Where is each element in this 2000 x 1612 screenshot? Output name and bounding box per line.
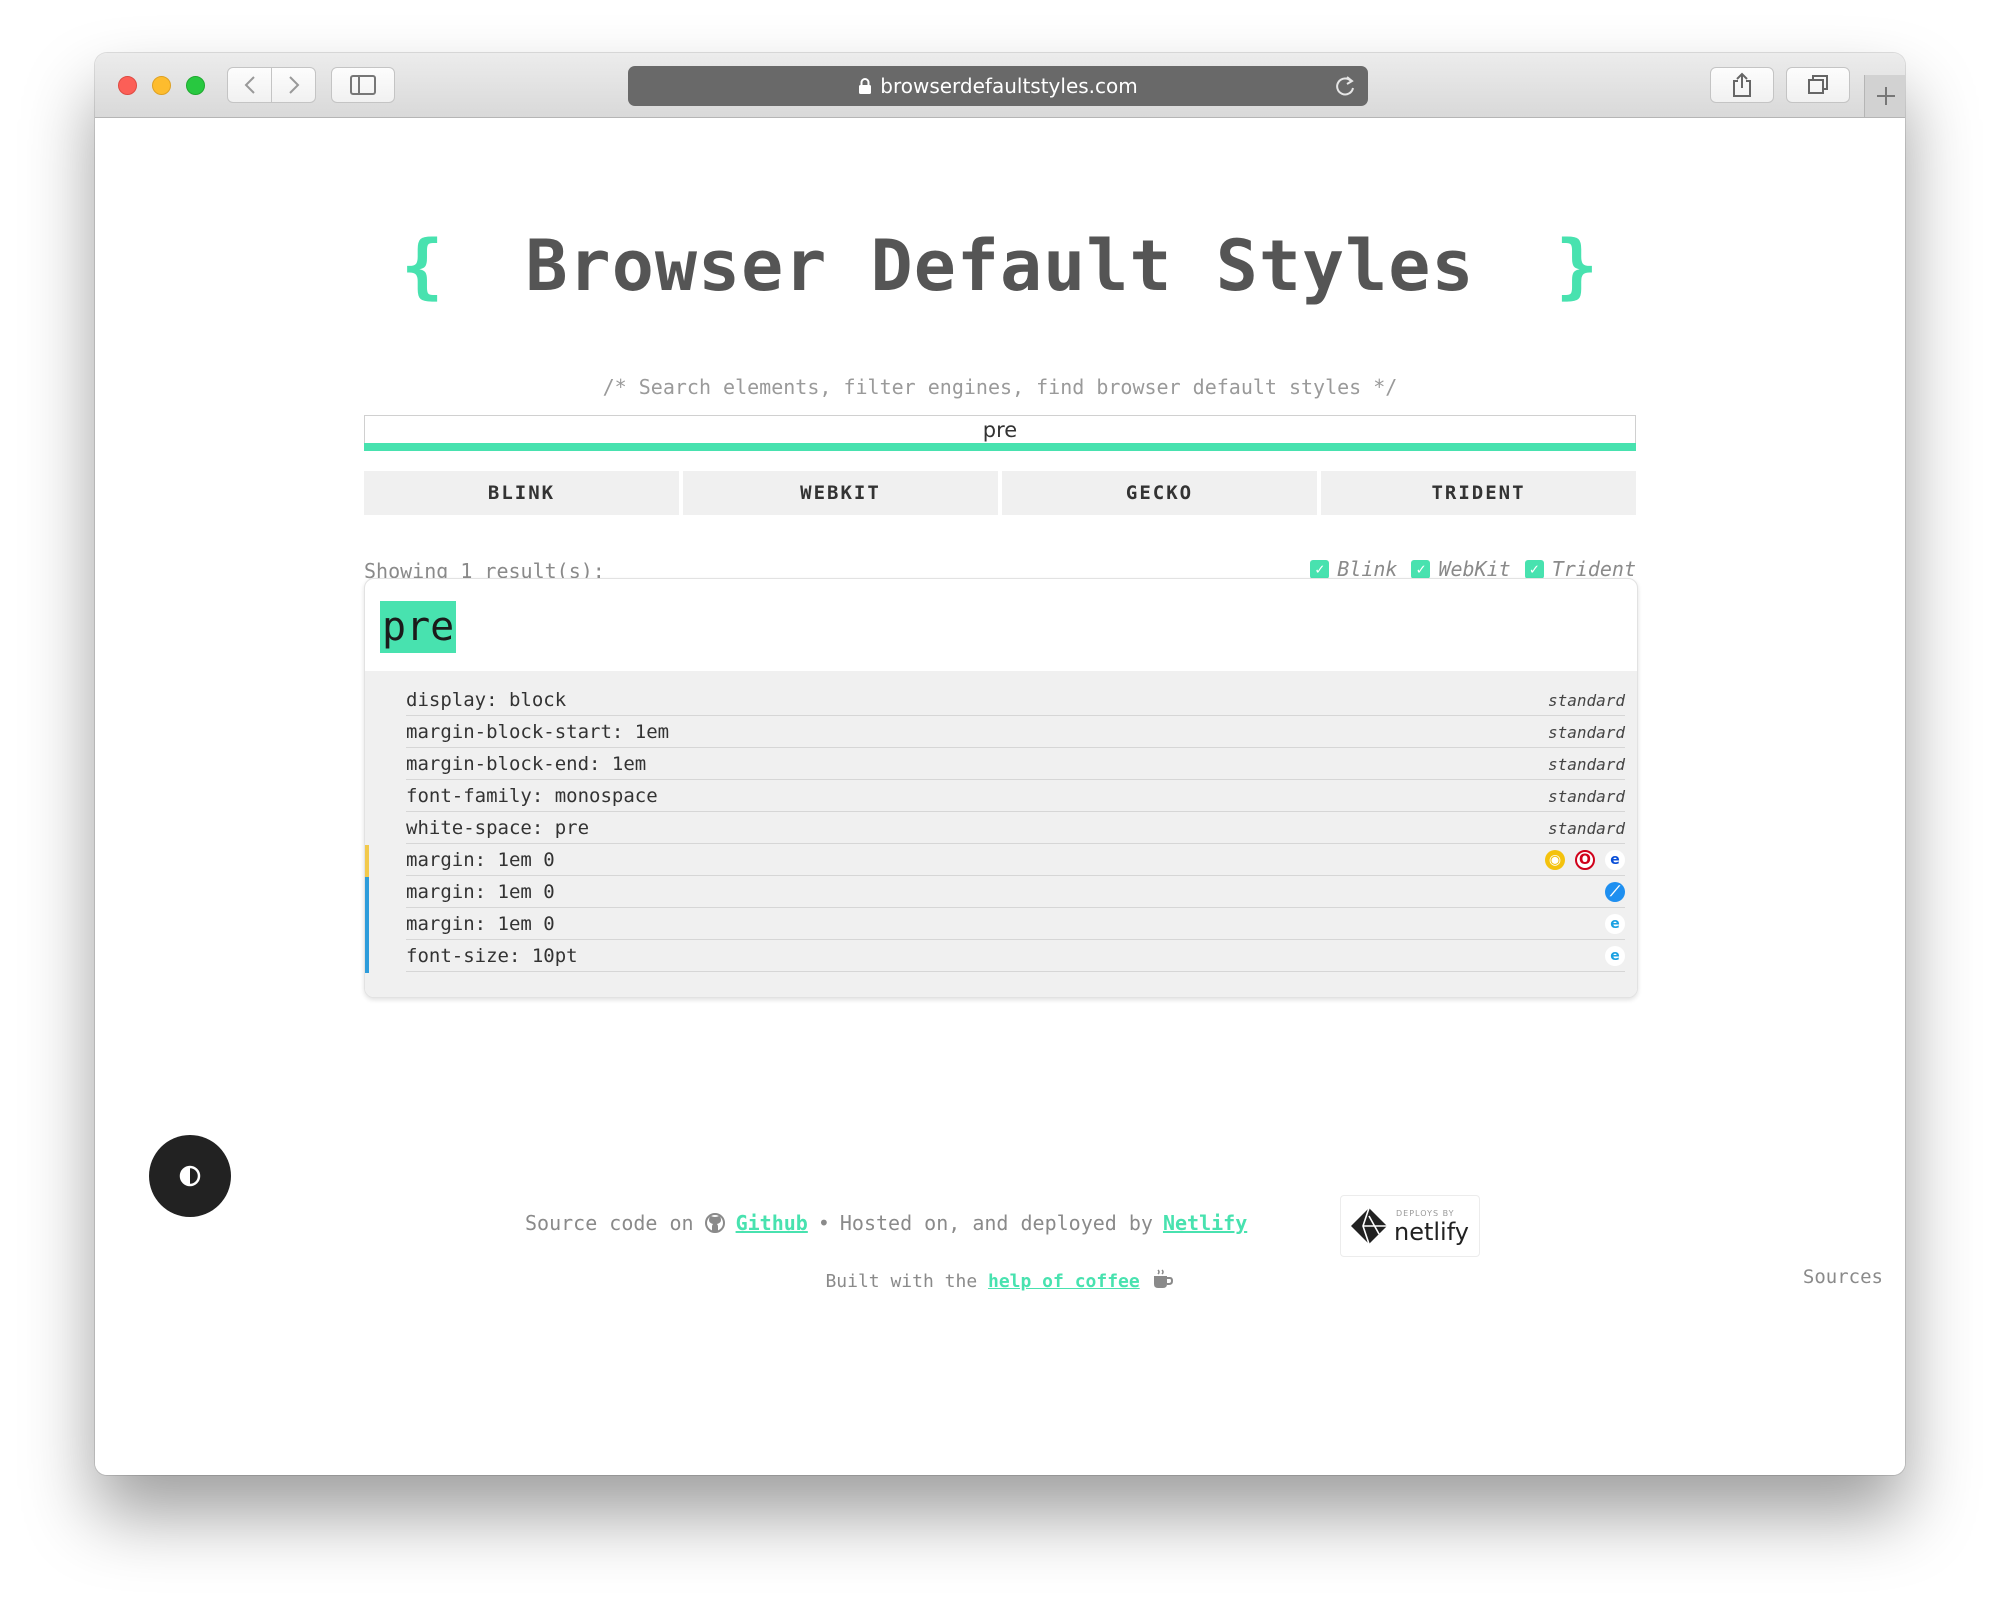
- hosted-text: Hosted on, and deployed by: [839, 1211, 1153, 1235]
- standard-tag: standard: [1547, 786, 1625, 806]
- title-text: Browser Default Styles: [525, 225, 1475, 307]
- search-input[interactable]: [364, 415, 1636, 443]
- safari-icon: ⟋: [1605, 882, 1625, 902]
- engine-stripe: [365, 941, 369, 973]
- tabs-icon: [1808, 75, 1828, 94]
- close-window-button[interactable]: [118, 76, 137, 95]
- property-text: display: block: [406, 689, 567, 711]
- share-button[interactable]: [1710, 67, 1774, 103]
- plus-icon: [1876, 87, 1895, 105]
- engine-stripe: [365, 909, 369, 941]
- footer-line-2: Built with the help of coffee: [95, 1268, 1905, 1292]
- footer-line-1: Source code on Github • Hosted on, and d…: [95, 1195, 1905, 1257]
- tabs-overview-button[interactable]: [1786, 67, 1850, 103]
- ie-icon: e: [1605, 914, 1625, 934]
- netlify-logo-icon: [1351, 1207, 1387, 1245]
- source-prefix: Source code on: [525, 1211, 694, 1235]
- url-text: browserdefaultstyles.com: [880, 74, 1138, 98]
- property-row: margin-block-end: 1em standard: [406, 749, 1625, 780]
- contrast-icon: [179, 1165, 201, 1187]
- property-text: margin-block-start: 1em: [406, 721, 670, 743]
- github-icon: [704, 1213, 725, 1233]
- sources-link[interactable]: Sources: [1803, 1266, 1883, 1288]
- engine-tab-webkit[interactable]: WEBKIT: [683, 471, 998, 515]
- browser-icons: ⟋: [1605, 882, 1625, 902]
- coffee-link[interactable]: help of coffee: [988, 1271, 1140, 1292]
- lock-icon: [859, 78, 872, 94]
- page-subtitle: /* Search elements, filter engines, find…: [602, 375, 1398, 399]
- engine-tab-gecko[interactable]: GECKO: [1002, 471, 1317, 515]
- checkbox-checked-icon[interactable]: ✓: [1310, 559, 1330, 579]
- standard-tag: standard: [1547, 754, 1625, 774]
- property-row: margin: 1em 0 ◉ Oe: [406, 845, 1625, 876]
- result-card: pre display: block standard margin-block-s…: [364, 578, 1638, 998]
- address-bar[interactable]: browserdefaultstyles.com: [628, 66, 1368, 106]
- property-text: white-space: pre: [406, 817, 590, 839]
- search-underline: [364, 443, 1636, 451]
- engine-stripe: [365, 845, 369, 877]
- property-text: margin: 1em 0: [406, 913, 555, 935]
- search-container: [364, 415, 1636, 451]
- engine-tabs: BLINK WEBKIT GECKO TRIDENT: [364, 471, 1636, 515]
- edge-icon: e: [1605, 850, 1625, 870]
- property-row: font-size: 10pt e: [406, 941, 1625, 972]
- opera-icon: O: [1575, 850, 1595, 870]
- netlify-badge[interactable]: DEPLOYS BY netlify: [1340, 1195, 1480, 1257]
- property-text: margin: 1em 0: [406, 849, 555, 871]
- badge-big-text: netlify: [1394, 1218, 1469, 1246]
- maximize-window-button[interactable]: [186, 76, 205, 95]
- property-text: font-size: 10pt: [406, 945, 578, 967]
- checkbox-checked-icon[interactable]: ✓: [1411, 559, 1431, 579]
- engine-tab-trident[interactable]: TRIDENT: [1321, 471, 1636, 515]
- standard-tag: standard: [1547, 690, 1625, 710]
- engine-tab-blink[interactable]: BLINK: [364, 471, 679, 515]
- title-brace-open: {: [401, 225, 445, 307]
- page-title: { Browser Default Styles }: [95, 226, 1905, 306]
- engine-stripe: [365, 877, 369, 909]
- standard-tag: standard: [1547, 818, 1625, 838]
- property-row: font-family: monospace standard: [406, 781, 1625, 812]
- chevron-right-icon: [288, 76, 299, 94]
- property-text: margin: 1em 0: [406, 881, 555, 903]
- bullet-separator: •: [817, 1211, 830, 1235]
- title-brace-close: }: [1555, 225, 1599, 307]
- ie-icon: e: [1605, 946, 1625, 966]
- back-button[interactable]: [227, 67, 272, 103]
- minimize-window-button[interactable]: [152, 76, 171, 95]
- property-text: margin-block-end: 1em: [406, 753, 647, 775]
- property-row: margin: 1em 0 e: [406, 909, 1625, 940]
- chevron-left-icon: [244, 76, 255, 94]
- page-content: { Browser Default Styles } /* Search ele…: [95, 118, 1905, 1475]
- netlify-link[interactable]: Netlify: [1163, 1211, 1247, 1235]
- property-row: margin-block-start: 1em standard: [406, 717, 1625, 748]
- property-row: white-space: pre standard: [406, 813, 1625, 844]
- checkbox-checked-icon[interactable]: ✓: [1524, 559, 1544, 579]
- chrome-icon: ◉: [1545, 850, 1565, 870]
- element-name: pre: [380, 601, 457, 653]
- browser-window: browserdefaultstyles.com { Browser Defau…: [95, 53, 1905, 1475]
- reload-icon[interactable]: [1334, 74, 1356, 98]
- property-text: font-family: monospace: [406, 785, 658, 807]
- browser-icons: e: [1605, 914, 1625, 934]
- share-icon: [1733, 72, 1751, 97]
- github-link[interactable]: Github: [736, 1211, 808, 1235]
- new-tab-button[interactable]: [1864, 75, 1905, 117]
- browser-icons: e: [1605, 946, 1625, 966]
- property-list: display: block standard margin-block-start…: [365, 671, 1637, 997]
- forward-button[interactable]: [271, 67, 316, 103]
- browser-icons: ◉ Oe: [1545, 850, 1625, 870]
- property-row: margin: 1em 0 ⟋: [406, 877, 1625, 908]
- built-prefix: Built with the: [825, 1271, 978, 1292]
- coffee-cup-icon: [1153, 1269, 1173, 1288]
- standard-tag: standard: [1547, 722, 1625, 742]
- badge-small-text: DEPLOYS BY: [1396, 1209, 1455, 1218]
- property-row: display: block standard: [406, 685, 1625, 716]
- browser-toolbar: browserdefaultstyles.com: [95, 53, 1905, 118]
- sidebar-icon: [350, 75, 376, 95]
- sidebar-toggle-button[interactable]: [331, 67, 395, 103]
